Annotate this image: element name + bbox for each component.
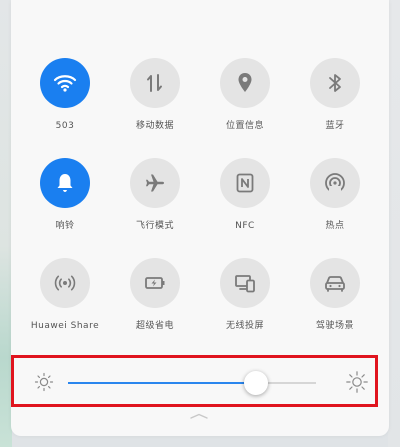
huawei-share-toggle[interactable] <box>40 258 90 308</box>
tile-label: 蓝牙 <box>325 121 345 131</box>
bluetooth-toggle[interactable] <box>310 58 360 108</box>
tile-airplane[interactable]: 飞行模式 <box>110 158 200 254</box>
airplane-toggle[interactable] <box>130 158 180 208</box>
brightness-slider-thumb[interactable] <box>244 371 269 395</box>
mobile-data-icon <box>147 74 162 92</box>
airplane-icon <box>146 174 164 192</box>
bell-icon <box>57 174 73 192</box>
tile-label: 位置信息 <box>225 121 264 131</box>
battery-saver-toggle[interactable] <box>130 258 180 308</box>
brightness-control <box>11 355 378 407</box>
brightness-track[interactable] <box>68 382 316 384</box>
brightness-high-icon <box>346 371 368 393</box>
mobile-data-toggle[interactable] <box>130 58 180 108</box>
ring-toggle[interactable] <box>40 158 90 208</box>
tile-wireless-projection[interactable]: 无线投屏 <box>200 258 290 354</box>
nfc-toggle[interactable] <box>220 158 270 208</box>
tile-label: 驾驶场景 <box>315 321 354 331</box>
tile-location[interactable]: 位置信息 <box>200 58 290 154</box>
wifi-icon <box>53 75 77 92</box>
tile-ring[interactable]: 响铃 <box>20 158 110 254</box>
huawei-share-icon <box>54 275 76 291</box>
tile-battery-saver[interactable]: 超级省电 <box>110 258 200 354</box>
tile-label: 热点 <box>325 221 345 231</box>
tile-wifi[interactable]: 503 <box>20 58 110 154</box>
wallpaper-right-edge <box>388 0 400 447</box>
tile-mobile-data[interactable]: 移动数据 <box>110 58 200 154</box>
tile-label: 移动数据 <box>135 121 174 131</box>
hotspot-toggle[interactable] <box>310 158 360 208</box>
tile-label: 飞行模式 <box>135 221 174 231</box>
nfc-icon <box>236 173 254 193</box>
tile-hotspot[interactable]: 热点 <box>290 158 380 254</box>
tile-label: 无线投屏 <box>225 321 264 331</box>
tile-label: 响铃 <box>55 221 75 231</box>
driving-mode-toggle[interactable] <box>310 258 360 308</box>
tile-bluetooth[interactable]: 蓝牙 <box>290 58 380 154</box>
tile-label: 503 <box>55 121 75 131</box>
driving-mode-icon <box>325 276 345 292</box>
wireless-projection-toggle[interactable] <box>220 258 270 308</box>
tile-nfc[interactable]: NFC <box>200 158 290 254</box>
wifi-toggle[interactable] <box>40 58 90 108</box>
tile-label: NFC <box>235 221 255 231</box>
chevron-up-icon[interactable] <box>190 413 208 419</box>
location-pin-icon <box>238 73 252 92</box>
bluetooth-icon <box>329 74 341 92</box>
tile-label: 超级省电 <box>135 321 174 331</box>
brightness-track-fill <box>68 382 257 384</box>
tile-driving-mode[interactable]: 驾驶场景 <box>290 258 380 354</box>
tile-label: Huawei Share <box>30 321 100 331</box>
battery-saver-icon <box>145 277 165 289</box>
hotspot-icon <box>325 173 345 193</box>
wireless-projection-icon <box>235 275 255 293</box>
brightness-low-icon <box>34 372 54 392</box>
tile-huawei-share[interactable]: Huawei Share <box>20 258 110 354</box>
location-toggle[interactable] <box>220 58 270 108</box>
